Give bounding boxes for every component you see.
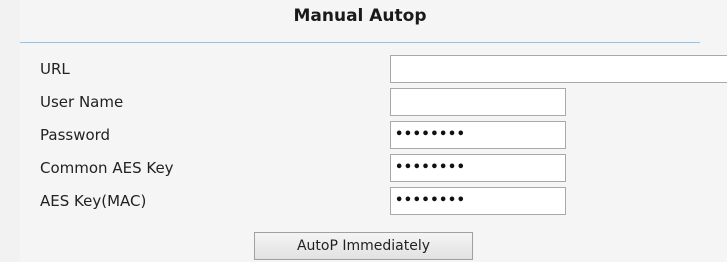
url-label: URL bbox=[40, 60, 70, 78]
username-row: User Name bbox=[20, 87, 727, 118]
section-title: Manual Autop bbox=[293, 6, 427, 26]
url-row: URL bbox=[20, 54, 727, 85]
password-row: Password •••••••• bbox=[20, 120, 727, 151]
aes-key-mac-row: AES Key(MAC) •••••••• bbox=[20, 186, 727, 217]
username-input[interactable] bbox=[390, 88, 566, 116]
common-aes-key-row: Common AES Key •••••••• bbox=[20, 153, 727, 184]
url-input[interactable] bbox=[390, 55, 727, 83]
common-aes-key-label: Common AES Key bbox=[40, 159, 174, 177]
aes-key-mac-label: AES Key(MAC) bbox=[40, 192, 147, 210]
password-input[interactable]: •••••••• bbox=[390, 121, 566, 149]
manual-autop-panel: Manual Autop URL User Name Password ••••… bbox=[20, 0, 727, 262]
password-label: Password bbox=[40, 126, 111, 144]
username-label: User Name bbox=[40, 93, 124, 111]
common-aes-key-input[interactable]: •••••••• bbox=[390, 154, 566, 182]
title-divider bbox=[20, 42, 700, 43]
aes-key-mac-input[interactable]: •••••••• bbox=[390, 187, 566, 215]
autop-immediately-button[interactable]: AutoP Immediately bbox=[254, 232, 473, 260]
